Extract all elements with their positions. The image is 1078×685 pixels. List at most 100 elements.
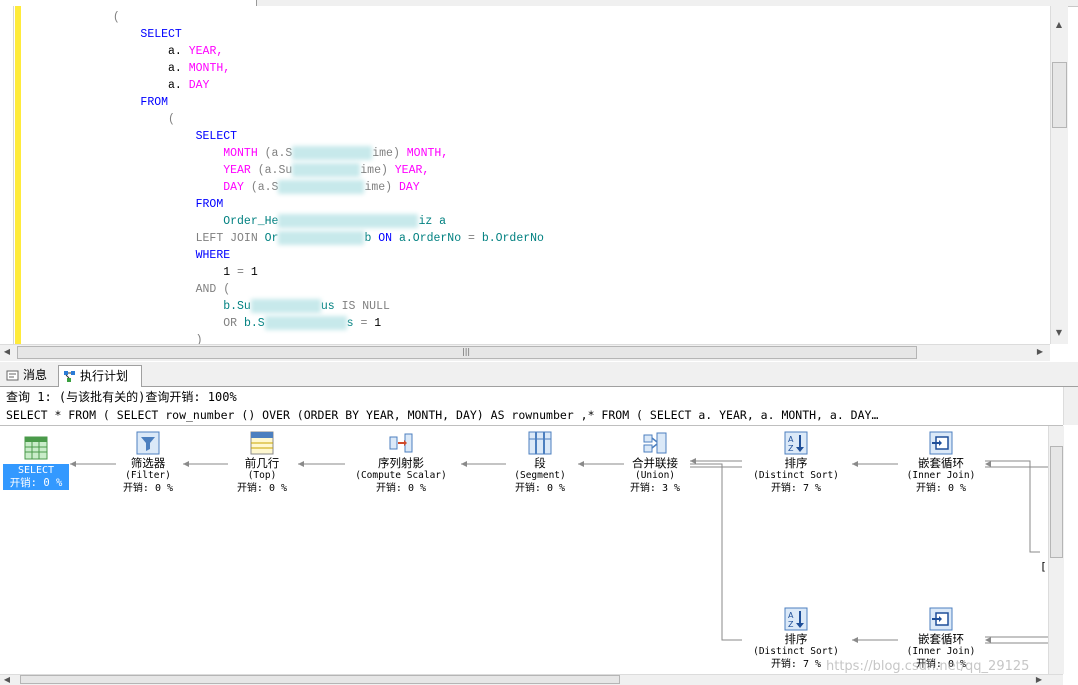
code-line[interactable]: WHERE bbox=[30, 247, 544, 264]
sql-editor[interactable]: ( SELECT a. YEAR, a. MONTH, a. DAY FROM … bbox=[0, 6, 1050, 344]
code-line[interactable]: ) bbox=[30, 332, 544, 344]
execution-plan-diagram[interactable]: SELECT 开销: 0 % 筛选器 (Filter) 开销: 0 % 前几行 … bbox=[0, 426, 1048, 674]
plan-vertical-scrollbar[interactable] bbox=[1048, 426, 1064, 674]
code-token: DAY bbox=[398, 181, 420, 194]
code-line[interactable]: OR b.S s = 1 bbox=[30, 315, 544, 332]
code-token: a. bbox=[30, 45, 189, 58]
plan-node-nested-loop-1[interactable]: 嵌套循环 (Inner Join) 开销: 0 % bbox=[876, 431, 1006, 495]
plan-scroll-right-icon[interactable]: ▶ bbox=[1032, 675, 1046, 684]
code-line[interactable]: SELECT bbox=[30, 128, 544, 145]
code-line[interactable]: 1 = 1 bbox=[30, 264, 544, 281]
code-line[interactable]: ( bbox=[30, 111, 544, 128]
redacted-text bbox=[264, 315, 347, 330]
node-union-name: 合并联接 bbox=[632, 456, 678, 470]
changed-lines-marker bbox=[15, 6, 21, 344]
node-segment-name: 段 bbox=[534, 456, 546, 470]
node-loop1-name: 嵌套循环 bbox=[918, 456, 964, 470]
sort-icon: AZ bbox=[784, 431, 808, 455]
node-sort1-cost: 开销: 7 % bbox=[770, 483, 822, 494]
plan-node-filter[interactable]: 筛选器 (Filter) 开销: 0 % bbox=[83, 431, 213, 495]
code-line[interactable]: ( bbox=[30, 9, 544, 26]
code-token: (a.Su bbox=[257, 164, 293, 177]
code-token: MONTH, bbox=[406, 147, 449, 160]
code-token: OR bbox=[30, 317, 244, 330]
code-token: b.Su bbox=[30, 300, 251, 313]
scroll-grip-icon: ||| bbox=[462, 347, 471, 356]
code-line[interactable]: SELECT bbox=[30, 26, 544, 43]
plan-header-scrollbar[interactable] bbox=[1063, 387, 1078, 425]
code-token: MONTH, bbox=[188, 62, 231, 75]
top-icon bbox=[250, 431, 274, 455]
plan-scroll-left-icon[interactable]: ◀ bbox=[0, 675, 14, 684]
code-token: ( bbox=[30, 113, 175, 126]
tab-messages-label: 消息 bbox=[23, 368, 48, 382]
node-top-name: 前几行 bbox=[244, 456, 280, 470]
code-token: IS NULL bbox=[341, 300, 390, 313]
code-line[interactable]: AND ( bbox=[30, 281, 544, 298]
scroll-right-icon[interactable]: ▶ bbox=[1033, 347, 1047, 356]
code-token: WHERE bbox=[30, 249, 231, 262]
code-line[interactable]: LEFT JOIN Or b ON a.OrderNo = b.OrderNo bbox=[30, 230, 544, 247]
editor-vertical-scrollbar[interactable]: ▲ ▼ bbox=[1050, 6, 1068, 344]
svg-text:A: A bbox=[788, 611, 794, 620]
code-line[interactable]: FROM bbox=[30, 196, 544, 213]
code-line[interactable]: MONTH (a.S ime) MONTH, bbox=[30, 145, 544, 162]
code-line[interactable]: FROM bbox=[30, 94, 544, 111]
code-token: ime) bbox=[364, 181, 399, 194]
nested-loop-icon bbox=[929, 607, 953, 631]
compute-scalar-icon bbox=[389, 433, 413, 453]
plan-hscroll-thumb[interactable] bbox=[20, 675, 620, 684]
code-token: ( bbox=[30, 11, 120, 24]
node-loop2-op: (Inner Join) bbox=[906, 646, 976, 657]
plan-node-distinct-sort-1[interactable]: AZ 排序 (Distinct Sort) 开销: 7 % bbox=[731, 431, 861, 495]
plan-node-top[interactable]: 前几行 (Top) 开销: 0 % bbox=[197, 431, 327, 495]
editor-vscroll-thumb[interactable] bbox=[1052, 62, 1067, 128]
editor-horizontal-scrollbar[interactable]: ◀ ||| ▶ bbox=[0, 344, 1050, 361]
tab-execution-plan-label: 执行计划 bbox=[80, 369, 129, 383]
code-token: a. bbox=[30, 62, 189, 75]
code-token: ime) bbox=[372, 147, 407, 160]
code-token: YEAR, bbox=[394, 164, 430, 177]
code-line[interactable]: DAY (a.S ime) DAY bbox=[30, 179, 544, 196]
scroll-left-icon[interactable]: ◀ bbox=[0, 347, 14, 356]
plan-node-compute-scalar[interactable]: 序列射影 (Compute Scalar) 开销: 0 % bbox=[336, 431, 466, 495]
node-filter-cost: 开销: 0 % bbox=[122, 483, 174, 494]
plan-node-segment[interactable]: 段 (Segment) 开销: 0 % bbox=[475, 431, 605, 495]
plan-horizontal-scrollbar[interactable]: ◀ ▶ bbox=[0, 674, 1063, 685]
tab-messages[interactable]: 消息 bbox=[2, 365, 56, 385]
truncated-node-label: [ bbox=[1040, 560, 1047, 573]
gutter-divider bbox=[13, 6, 14, 344]
plan-vscroll-thumb[interactable] bbox=[1050, 446, 1063, 558]
node-sort1-op: (Distinct Sort) bbox=[753, 470, 839, 481]
code-token: 1 bbox=[250, 266, 258, 279]
code-line[interactable]: a. DAY bbox=[30, 77, 544, 94]
code-token: b.OrderNo bbox=[481, 232, 544, 245]
code-line[interactable]: a. MONTH, bbox=[30, 60, 544, 77]
code-line[interactable]: YEAR (a.Su ime) YEAR, bbox=[30, 162, 544, 179]
code-line[interactable]: b.Su us IS NULL bbox=[30, 298, 544, 315]
code-token: MONTH bbox=[30, 147, 265, 160]
node-select-cost: 开销: 0 % bbox=[3, 477, 69, 490]
tab-execution-plan[interactable]: 执行计划 bbox=[58, 365, 142, 387]
code-token: 1 bbox=[30, 266, 238, 279]
node-compute-name: 序列射影 bbox=[378, 456, 424, 470]
code-token: = bbox=[237, 266, 251, 279]
node-sort1-name: 排序 bbox=[784, 456, 808, 470]
svg-text:A: A bbox=[788, 435, 794, 444]
code-token: = bbox=[360, 317, 375, 330]
code-line[interactable]: a. YEAR, bbox=[30, 43, 544, 60]
code-token: DAY bbox=[30, 181, 251, 194]
code-token: (a.S bbox=[264, 147, 293, 160]
redacted-text bbox=[278, 179, 365, 194]
code-token: (a.S bbox=[250, 181, 279, 194]
watermark-text: https://blog.csdn.net/qq_29125 bbox=[826, 659, 1030, 674]
code-line[interactable]: Order_He iz a bbox=[30, 213, 544, 230]
query-plan-header: 查询 1: (与该批有关的)查询开销: 100% SELECT * FROM (… bbox=[0, 387, 1063, 426]
scroll-down-icon[interactable]: ▼ bbox=[1052, 328, 1066, 337]
code-token: ) bbox=[30, 334, 203, 344]
svg-text:Z: Z bbox=[788, 620, 794, 629]
sql-code[interactable]: ( SELECT a. YEAR, a. MONTH, a. DAY FROM … bbox=[30, 9, 544, 344]
plan-node-union[interactable]: 合并联接 (Union) 开销: 3 % bbox=[590, 431, 720, 495]
redacted-text bbox=[278, 230, 365, 245]
scroll-up-icon[interactable]: ▲ bbox=[1052, 20, 1066, 29]
